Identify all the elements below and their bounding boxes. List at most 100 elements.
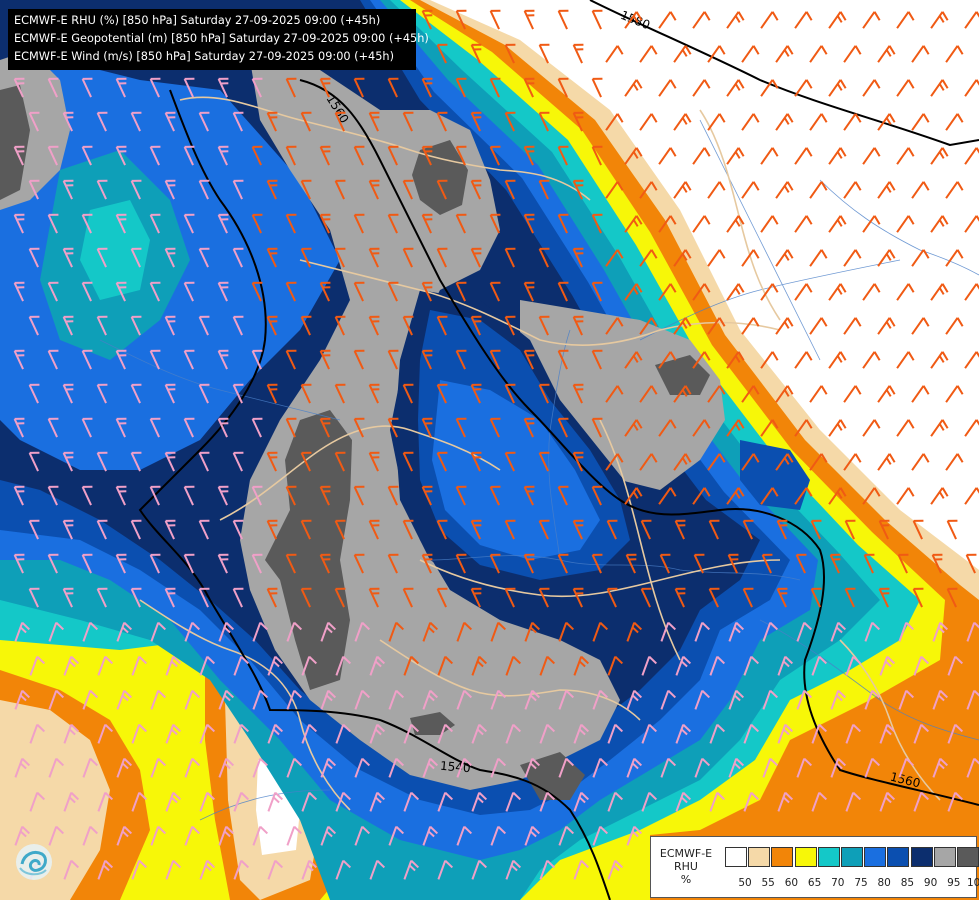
- wind-barb-icon: [930, 351, 949, 369]
- wind-barb-icon: [709, 791, 726, 812]
- wind-barb-icon: [844, 587, 856, 608]
- wind-barb-icon: [319, 553, 331, 574]
- wind-barb-icon: [150, 621, 167, 642]
- wind-barb-icon: [334, 179, 346, 200]
- wind-barb-icon: [489, 485, 501, 506]
- wind-barb-icon: [674, 519, 686, 540]
- wind-barb-icon: [456, 825, 473, 846]
- wind-barb-icon: [300, 383, 312, 404]
- wind-barb-icon: [368, 451, 380, 472]
- wind-barb-icon: [930, 487, 949, 505]
- wind-barb-icon: [470, 383, 482, 404]
- wind-barb-icon: [911, 317, 930, 335]
- wind-barb-icon: [13, 553, 25, 574]
- wind-barb-icon: [402, 179, 414, 200]
- wind-barb-icon: [726, 487, 745, 505]
- wind-barb-icon: [28, 383, 40, 404]
- wind-barb-icon: [232, 111, 244, 132]
- wind-barb-icon: [877, 181, 896, 199]
- wind-barb-icon: [387, 213, 399, 234]
- wind-barb-icon: [558, 621, 575, 642]
- wind-barb-icon: [489, 9, 501, 30]
- wind-barb-icon: [183, 213, 195, 234]
- wind-barb-icon: [809, 113, 828, 131]
- wind-barb-icon: [624, 351, 643, 369]
- wind-barb-icon: [335, 655, 352, 676]
- wind-barb-icon: [828, 351, 847, 369]
- wind-barb-icon: [523, 553, 535, 574]
- wind-barb-icon: [334, 247, 346, 268]
- wind-barb-icon: [557, 281, 569, 302]
- wind-barb-icon: [470, 43, 482, 64]
- wind-barb-icon: [436, 315, 448, 336]
- wind-barb-icon: [402, 111, 414, 132]
- wind-barb-icon: [286, 621, 303, 642]
- wind-barb-icon: [843, 317, 862, 335]
- wind-barb-icon: [47, 145, 59, 166]
- wind-barb-icon: [945, 317, 964, 335]
- wind-barb-icon: [947, 655, 964, 676]
- wind-barb-icon: [96, 519, 108, 540]
- wind-barb-icon: [639, 113, 658, 131]
- wind-barb-icon: [387, 349, 399, 370]
- wind-barb-icon: [421, 9, 433, 30]
- wind-barb-icon: [794, 147, 813, 165]
- wind-barb-icon: [490, 825, 507, 846]
- wind-barb-icon: [402, 315, 414, 336]
- wind-barb-icon: [879, 791, 896, 812]
- title-wind: ECMWF-E Wind (m/s) [850 hPa] Saturday 27…: [14, 50, 394, 63]
- wind-barb-icon: [285, 553, 297, 574]
- wind-barb-icon: [402, 451, 414, 472]
- wind-barb-icon: [353, 349, 365, 370]
- wind-barb-icon: [368, 315, 380, 336]
- wind-barb-icon: [232, 179, 244, 200]
- wind-barb-icon: [830, 621, 847, 642]
- wind-barb-icon: [911, 385, 930, 403]
- wind-barb-icon: [692, 283, 711, 301]
- wind-barb-icon: [62, 315, 74, 336]
- wind-barb-icon: [164, 587, 176, 608]
- wind-barb-icon: [150, 757, 167, 778]
- wind-barb-icon: [388, 757, 405, 778]
- wind-barb-icon: [932, 621, 949, 642]
- wind-barb-icon: [335, 859, 352, 880]
- wind-barb-icon: [387, 417, 399, 438]
- wind-barb-icon: [896, 487, 915, 505]
- wind-barb-icon: [183, 485, 195, 506]
- wind-barb-icon: [913, 723, 930, 744]
- wind-barb-icon: [96, 587, 108, 608]
- wind-barb-icon: [455, 349, 467, 370]
- wind-barb-icon: [523, 349, 535, 370]
- wind-barb-icon: [353, 485, 365, 506]
- wind-barb-icon: [626, 689, 643, 710]
- wind-barb-icon: [591, 553, 603, 574]
- wind-barb-icon: [471, 791, 488, 812]
- wind-barb-icon: [266, 315, 278, 336]
- wind-barb-icon: [199, 791, 216, 812]
- wind-barb-icon: [775, 113, 794, 131]
- legend-title-var: RHU: [674, 860, 698, 873]
- wind-barb-icon: [47, 485, 59, 506]
- wind-barb-icon: [217, 349, 229, 370]
- wind-barb-icon: [932, 757, 949, 778]
- legend-title: ECMWF-E RHU %: [653, 847, 719, 886]
- wind-barb-icon: [252, 825, 269, 846]
- wind-barb-icon: [437, 791, 454, 812]
- wind-barb-icon: [743, 655, 760, 676]
- wind-barb-icon: [760, 283, 779, 301]
- wind-barb-icon: [558, 689, 575, 710]
- wind-barb-icon: [726, 11, 745, 29]
- wind-barb-icon: [796, 757, 813, 778]
- wind-barb-icon: [421, 145, 433, 166]
- wind-barb-icon: [97, 723, 114, 744]
- wind-barb-icon: [198, 111, 210, 132]
- wind-barb-icon: [217, 485, 229, 506]
- wind-barb-icon: [96, 383, 108, 404]
- wind-barb-icon: [82, 757, 99, 778]
- wind-barb-icon: [673, 45, 692, 63]
- wind-barb-icon: [558, 825, 575, 846]
- wind-barb-icon: [605, 453, 624, 471]
- wind-barb-icon: [436, 383, 448, 404]
- wind-barb-icon: [810, 519, 822, 540]
- wind-barb-icon: [660, 757, 677, 778]
